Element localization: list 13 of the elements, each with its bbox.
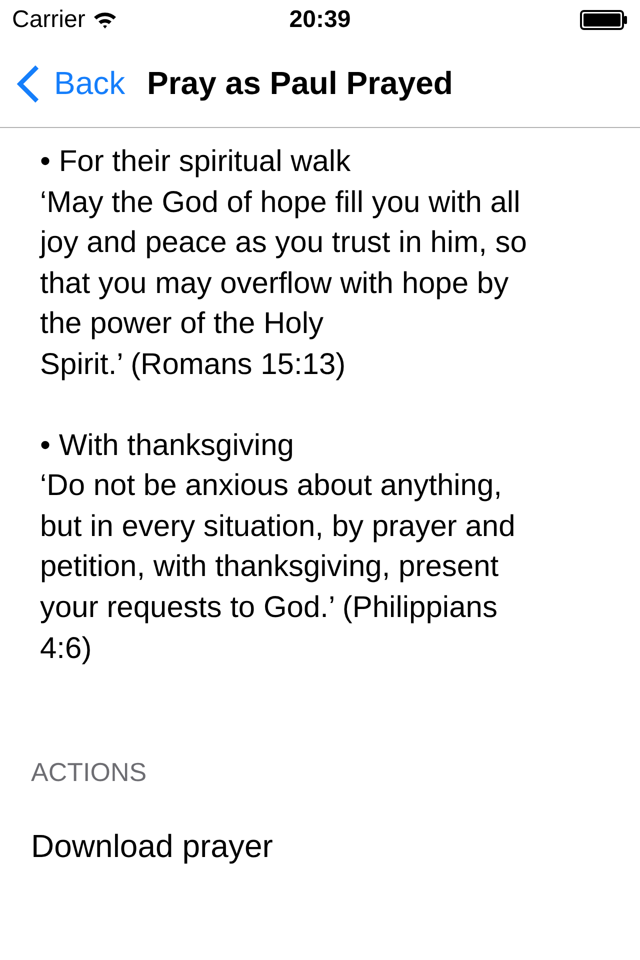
section-heading: • For their spiritual walk: [40, 144, 352, 180]
carrier-label: Carrier: [12, 6, 86, 34]
chevron-left-icon: [16, 64, 40, 104]
back-button[interactable]: Back: [0, 64, 147, 104]
status-time: 20:39: [289, 6, 351, 34]
verse-text: ‘May the God of hope fill you with all joy and peace as you trust in him, so that you may overflow with hope by the power of the Holy Spirit.’ (Romans 15:13): [40, 184, 528, 383]
wifi-icon: [93, 11, 118, 29]
battery-icon: [580, 10, 628, 30]
nav-title: Pray as Paul Prayed: [147, 65, 453, 102]
section-header: ACTIONS: [30, 757, 148, 788]
verse-text: ‘Do not be anxious about anything, but in every situation, by prayer and petition, with thanksgiving, present your requests to God.’ (Philippians 4:6): [40, 468, 516, 667]
section-heading: • With thanksgiving: [40, 428, 295, 464]
download-prayer-cell[interactable]: Download prayer: [0, 828, 640, 866]
